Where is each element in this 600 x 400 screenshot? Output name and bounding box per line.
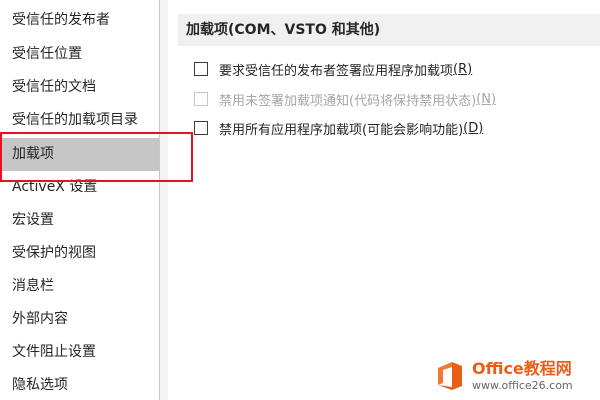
require-signed-addins-accel: (R) xyxy=(453,61,473,77)
watermark-url: www.office26.com xyxy=(472,379,573,392)
sidebar-item-addins[interactable]: 加载项 xyxy=(0,138,159,171)
disable-all-addins-option[interactable]: 禁用所有应用程序加载项(可能会影响功能) (D) xyxy=(194,118,483,138)
sidebar-item-trusted-locations[interactable]: 受信任位置 xyxy=(0,38,159,71)
disable-unsigned-addin-notification-accel: (N) xyxy=(476,91,497,107)
disable-all-addins-accel: (D) xyxy=(463,120,484,136)
disable-all-addins-checkbox[interactable] xyxy=(194,121,208,135)
watermark-title: Office教程网 xyxy=(472,359,572,378)
sidebar-item-macro-settings[interactable]: 宏设置 xyxy=(0,204,159,237)
sidebar-item-message-bar[interactable]: 消息栏 xyxy=(0,270,159,303)
disable-unsigned-addin-notification-checkbox xyxy=(194,92,208,106)
require-signed-addins-label: 要求受信任的发布者签署应用程序加载项 xyxy=(219,63,454,79)
sidebar-item-protected-view[interactable]: 受保护的视图 xyxy=(0,237,159,270)
sidebar-item-privacy-options[interactable]: 隐私选项 xyxy=(0,369,159,400)
trust-center-window: 受信任的发布者 受信任位置 受信任的文档 受信任的加载项目录 加载项 Activ… xyxy=(0,0,600,400)
sidebar-item-external-content[interactable]: 外部内容 xyxy=(0,303,159,336)
sidebar-item-trusted-publishers[interactable]: 受信任的发布者 xyxy=(0,4,159,37)
addins-settings-pane: 加载项(COM、VSTO 和其他) 要求受信任的发布者签署应用程序加载项 (R) … xyxy=(168,0,600,400)
disable-unsigned-addin-notification-option: 禁用未签署加载项通知(代码将保持禁用状态) (N) xyxy=(194,89,496,109)
watermark: Office教程网 www.office26.com xyxy=(432,352,600,400)
require-signed-addins-option[interactable]: 要求受信任的发布者签署应用程序加载项 (R) xyxy=(194,59,472,79)
disable-unsigned-addin-notification-label: 禁用未签署加载项通知(代码将保持禁用状态) xyxy=(219,93,477,109)
require-signed-addins-checkbox[interactable] xyxy=(194,62,208,76)
sidebar-item-activex-settings[interactable]: ActiveX 设置 xyxy=(0,171,159,204)
office-logo-icon xyxy=(438,362,462,390)
sidebar-item-trusted-documents[interactable]: 受信任的文档 xyxy=(0,71,159,104)
sidebar-item-trusted-addin-catalogs[interactable]: 受信任的加载项目录 xyxy=(0,104,159,137)
sidebar-item-file-block-settings[interactable]: 文件阻止设置 xyxy=(0,336,159,369)
section-title: 加载项(COM、VSTO 和其他) xyxy=(178,14,600,46)
sidebar: 受信任的发布者 受信任位置 受信任的文档 受信任的加载项目录 加载项 Activ… xyxy=(0,0,160,400)
disable-all-addins-label: 禁用所有应用程序加载项(可能会影响功能) xyxy=(219,122,464,138)
